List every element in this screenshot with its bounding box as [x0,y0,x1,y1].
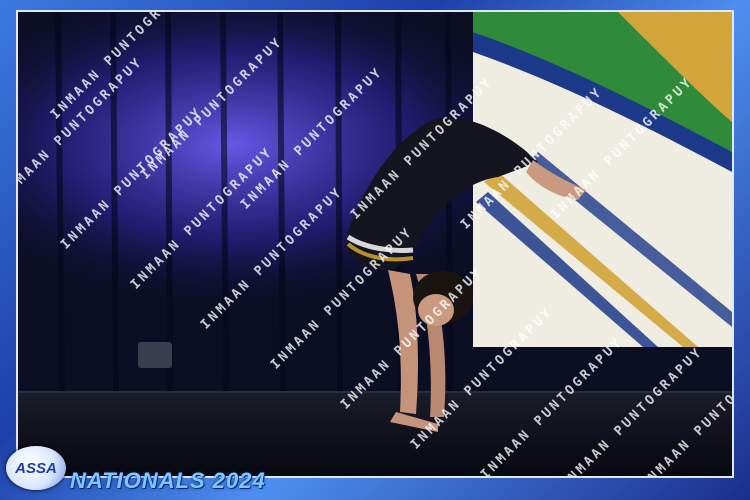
event-banner [473,12,732,347]
stage-light [138,342,172,368]
logo-text: ASSA [15,459,57,477]
photo-frame: INMAAN PUNTOGRAPUY INMAAN PUNTOGRAPUY IN… [0,0,750,500]
stage-scene [18,12,732,476]
performance-photo: INMAAN PUNTOGRAPUY INMAAN PUNTOGRAPUY IN… [16,10,734,478]
assa-logo: ASSA [6,446,66,490]
stage-floor [18,392,732,476]
event-title: NATIONALS 2024 [70,468,266,493]
